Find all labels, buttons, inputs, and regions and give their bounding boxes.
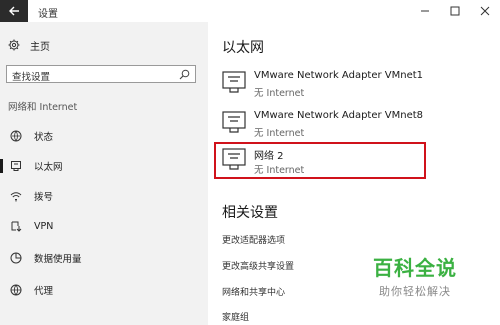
watermark: 百科全说 助你轻松解决 — [360, 252, 470, 299]
minimize-icon — [421, 10, 429, 12]
vpn-icon — [11, 221, 22, 232]
title-bar: 设置 — [0, 0, 500, 23]
related-settings-title: 相关设置 — [222, 205, 278, 221]
search-icon[interactable] — [179, 69, 190, 80]
adapter-name: VMware Network Adapter VMnet8 — [254, 110, 424, 121]
window-title: 设置 — [38, 9, 58, 20]
sidebar-item-label: 代理 — [34, 286, 54, 297]
proxy-icon — [10, 284, 22, 296]
adapter-status: 无 Internet — [254, 88, 305, 99]
related-link[interactable]: 家庭组 — [222, 310, 249, 323]
adapter-status: 无 Internet — [254, 128, 305, 139]
adapter-item[interactable]: VMware Network Adapter VMnet8 无 Internet — [220, 106, 440, 146]
ethernet-icon — [11, 161, 21, 171]
sidebar-item-label: 拨号 — [34, 192, 54, 203]
highlight-box — [214, 142, 426, 179]
sidebar-item-data-usage[interactable]: 数据使用量 — [0, 248, 208, 268]
gear-icon — [8, 39, 20, 51]
sidebar: 主页 查找设置 网络和 Internet 状态 以太网 拨号 VPN 数据使用量… — [0, 22, 208, 325]
minimize-button[interactable] — [410, 0, 440, 22]
maximize-button[interactable] — [440, 0, 470, 22]
sidebar-item-ethernet[interactable]: 以太网 — [0, 156, 208, 176]
sidebar-item-proxy[interactable]: 代理 — [0, 280, 208, 300]
dialup-icon — [10, 192, 22, 202]
data-usage-icon — [10, 252, 22, 264]
section-title: 网络和 Internet — [8, 102, 78, 113]
close-button[interactable] — [470, 0, 500, 22]
related-link[interactable]: 更改高级共享设置 — [222, 259, 294, 272]
watermark-slogan: 助你轻松解决 — [379, 285, 451, 298]
home-label: 主页 — [30, 41, 50, 53]
search-placeholder: 查找设置 — [12, 72, 51, 83]
adapter-item[interactable]: VMware Network Adapter VMnet1 无 Internet — [220, 66, 440, 106]
maximize-icon — [450, 6, 460, 16]
sidebar-item-status[interactable]: 状态 — [0, 126, 208, 146]
arrow-left-icon — [9, 6, 19, 16]
watermark-brand: 百科全说 — [373, 256, 457, 280]
adapter-name: VMware Network Adapter VMnet1 — [254, 70, 424, 81]
related-link[interactable]: 网络和共享中心 — [222, 285, 285, 298]
sidebar-item-vpn[interactable]: VPN — [0, 216, 208, 236]
back-button[interactable] — [0, 0, 28, 22]
network-adapter-icon — [222, 111, 246, 133]
network-adapter-icon — [222, 71, 246, 93]
related-link[interactable]: 更改适配器选项 — [222, 233, 285, 246]
home-link[interactable]: 主页 — [8, 36, 50, 54]
sidebar-item-label: VPN — [34, 220, 54, 232]
sidebar-item-label: 数据使用量 — [34, 254, 82, 265]
sidebar-item-label: 以太网 — [34, 162, 63, 173]
sidebar-item-label: 状态 — [34, 132, 54, 143]
close-icon — [480, 6, 490, 16]
search-input[interactable]: 查找设置 — [6, 65, 196, 83]
sidebar-item-dialup[interactable]: 拨号 — [0, 186, 208, 206]
status-icon — [10, 130, 22, 142]
page-title: 以太网 — [222, 40, 264, 56]
